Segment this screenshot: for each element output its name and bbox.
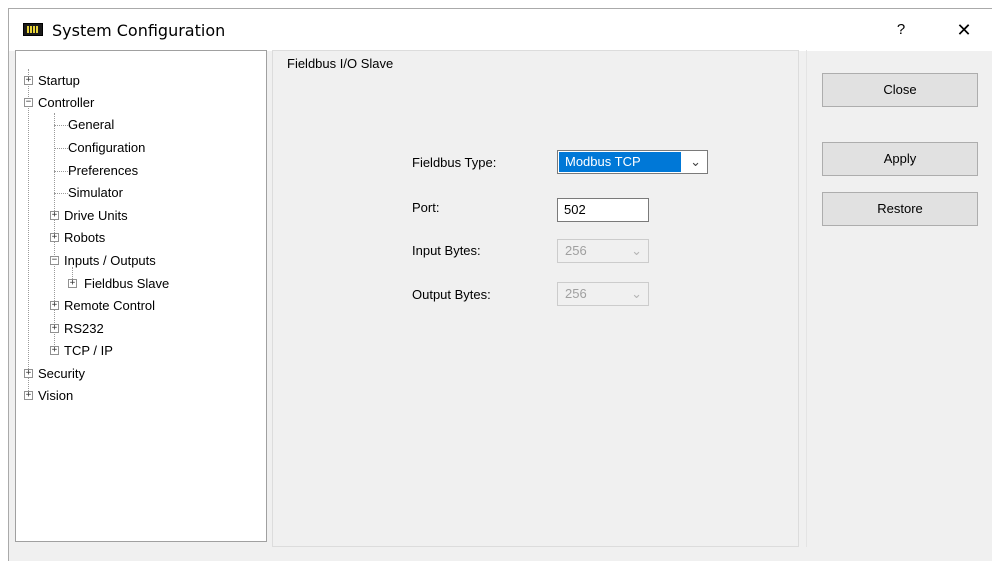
chevron-down-icon: ⌄ xyxy=(631,243,642,258)
minus-box-icon[interactable]: − xyxy=(24,98,33,107)
tree-item-label: RS232 xyxy=(64,321,104,336)
tree-item-label: Vision xyxy=(38,388,74,403)
output-bytes-value: 256 xyxy=(565,286,587,301)
fieldbus-type-label: Fieldbus Type: xyxy=(412,155,497,170)
plus-box-icon[interactable]: + xyxy=(50,233,59,242)
tree-item-configuration[interactable]: Configuration xyxy=(68,138,145,158)
minus-box-icon[interactable]: − xyxy=(50,256,59,265)
input-bytes-value: 256 xyxy=(565,243,587,258)
settings-panel xyxy=(272,50,799,547)
output-bytes-dropdown[interactable]: 256 ⌄ xyxy=(557,282,649,306)
tree-item-label: Security xyxy=(38,366,85,381)
plus-box-icon[interactable]: + xyxy=(24,369,33,378)
port-input[interactable]: 502 xyxy=(557,198,649,222)
fieldbus-type-dropdown[interactable]: Modbus TCP ⌄ xyxy=(557,150,708,174)
title-bar: System Configuration ? ✕ xyxy=(9,9,992,51)
tree-item-label: Configuration xyxy=(68,140,146,155)
close-button[interactable]: Close xyxy=(822,73,978,107)
help-button[interactable]: ? xyxy=(881,15,921,45)
plus-box-icon[interactable]: + xyxy=(50,301,59,310)
close-window-button[interactable]: ✕ xyxy=(939,15,989,45)
tree-item-label: Robots xyxy=(64,230,106,245)
port-label: Port: xyxy=(412,200,440,215)
apply-button[interactable]: Apply xyxy=(822,142,978,176)
button-column xyxy=(806,50,986,547)
plus-box-icon[interactable]: + xyxy=(50,346,59,355)
tree-item-label: TCP / IP xyxy=(64,343,113,358)
output-bytes-label: Output Bytes: xyxy=(412,287,491,302)
input-bytes-dropdown[interactable]: 256 ⌄ xyxy=(557,239,649,263)
input-bytes-label: Input Bytes: xyxy=(412,243,481,258)
tree-item-label: Drive Units xyxy=(64,208,128,223)
tree-item-general[interactable]: General xyxy=(68,115,114,135)
tree-item-label: General xyxy=(68,117,115,132)
tree-item-label: Controller xyxy=(38,95,95,110)
tree-item-label: Simulator xyxy=(68,185,123,200)
tree-item-simulator[interactable]: Simulator xyxy=(68,183,123,203)
restore-button[interactable]: Restore xyxy=(822,192,978,226)
plus-box-icon[interactable]: + xyxy=(24,391,33,400)
plus-box-icon[interactable]: + xyxy=(24,76,33,85)
tree-item-label: Startup xyxy=(38,73,80,88)
section-title: Fieldbus I/O Slave xyxy=(287,56,398,71)
monitor-icon xyxy=(23,23,43,36)
tree-item-preferences[interactable]: Preferences xyxy=(68,161,138,181)
plus-box-icon[interactable]: + xyxy=(68,279,77,288)
tree-item-label: Fieldbus Slave xyxy=(84,276,170,291)
fieldbus-type-value: Modbus TCP xyxy=(559,152,681,172)
tree-item-label: Remote Control xyxy=(64,298,156,313)
tree-item-label: Preferences xyxy=(68,163,139,178)
plus-box-icon[interactable]: + xyxy=(50,211,59,220)
tree-item-label: Inputs / Outputs xyxy=(64,253,156,268)
window-title: System Configuration xyxy=(52,21,226,40)
chevron-down-icon: ⌄ xyxy=(690,154,701,169)
plus-box-icon[interactable]: + xyxy=(50,324,59,333)
config-tree[interactable]: + Startup − Controller General Configura… xyxy=(15,50,267,542)
chevron-down-icon: ⌄ xyxy=(631,286,642,301)
